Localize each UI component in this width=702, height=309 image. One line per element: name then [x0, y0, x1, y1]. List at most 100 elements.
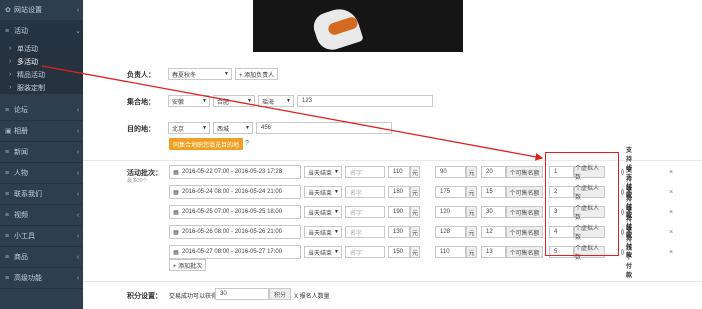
batch-price2-input[interactable]: 110: [435, 246, 466, 258]
sidebar-subitem-multi-activity[interactable]: › 多活动: [0, 55, 83, 68]
batch-date-range-input[interactable]: ▦ 2016-05-26 08:00 - 2016-05-26 21:00: [169, 225, 301, 239]
meeting-province-select[interactable]: 安徽 ▼: [168, 95, 210, 107]
calendar-icon: ▦: [173, 169, 179, 176]
batch-date-range-input[interactable]: ▦ 2016-05-27 08:00 - 2016-05-27 17:00: [169, 245, 301, 259]
sidebar-item-label: 新闻: [14, 149, 28, 156]
delete-batch-button[interactable]: ×: [669, 165, 673, 179]
batch-date-range-input[interactable]: ▦ 2016-05-24 08:00 - 2016-05-24 21:00: [169, 185, 301, 199]
batch-end-select[interactable]: 当天结束 ▼: [304, 246, 342, 258]
batch-date-range-value: 2016-05-25 07:00 - 2016-05-25 18:00: [182, 209, 283, 215]
destination-address-input[interactable]: 456: [256, 122, 392, 134]
help-icon[interactable]: ?: [245, 140, 249, 147]
sidebar-item-label: 论坛: [14, 107, 28, 114]
chevron-right-icon: ›: [9, 58, 12, 65]
sidebar-item-advanced[interactable]: ≡ 高级功能 ‹: [0, 268, 83, 289]
delete-batch-button[interactable]: ×: [669, 185, 673, 199]
sidebar-subitem-single-activity[interactable]: › 单活动: [0, 42, 83, 55]
batch-quota-input[interactable]: 15: [481, 186, 506, 198]
sidebar-item-label: 人物: [14, 170, 28, 177]
destination-district-select[interactable]: 西城 ▼: [213, 122, 253, 134]
list-icon: ≡: [5, 106, 10, 114]
caret-down-icon: ▼: [334, 249, 339, 255]
batch-price-input[interactable]: 150: [388, 246, 410, 258]
batch-quota-input[interactable]: 20: [481, 166, 506, 178]
sidebar-item-site-settings[interactable]: ✿ 网站设置 ‹: [0, 0, 83, 21]
list-icon: ≡: [5, 274, 10, 282]
batch-quota-input[interactable]: 13: [481, 246, 506, 258]
sidebar-subitem-custom-clothing[interactable]: › 服装定制: [0, 81, 83, 94]
list-icon: ≡: [5, 27, 10, 35]
sidebar-item-forum[interactable]: ≡ 论坛 ‹: [0, 100, 83, 121]
batch-quota-input[interactable]: 30: [481, 206, 506, 218]
calendar-icon: ▦: [173, 229, 179, 236]
batch-price-input[interactable]: 110: [388, 166, 410, 178]
calendar-icon: ▦: [173, 249, 179, 256]
batch-name-input[interactable]: 名字: [345, 226, 385, 238]
batch-price-input[interactable]: 180: [388, 186, 410, 198]
batch-end-select[interactable]: 当天结束 ▼: [304, 166, 342, 178]
calendar-icon: ▦: [173, 209, 179, 216]
sidebar-item-video[interactable]: ≡ 视频 ‹: [0, 205, 83, 226]
points-input[interactable]: 30: [215, 288, 269, 300]
sidebar-item-contact[interactable]: ≡ 联系我们 ‹: [0, 184, 83, 205]
yuan-addon: 元: [466, 226, 477, 238]
list-icon: ≡: [5, 253, 10, 261]
batch-price-input[interactable]: 190: [388, 206, 410, 218]
batch-end-select[interactable]: 当天结束 ▼: [304, 186, 342, 198]
batch-price-input[interactable]: 130: [388, 226, 410, 238]
batch-name-input[interactable]: 名字: [345, 246, 385, 258]
delete-batch-button[interactable]: ×: [669, 225, 673, 239]
sidebar-item-label: 相册: [14, 128, 28, 135]
batch-name-input[interactable]: 名字: [345, 186, 385, 198]
chevron-down-icon: ⌄: [75, 28, 81, 35]
batch-price2-input[interactable]: 128: [435, 226, 466, 238]
sellable-quota-addon: 个可售名额: [506, 206, 543, 218]
batch-name-input[interactable]: 名字: [345, 166, 385, 178]
delete-batch-button[interactable]: ×: [669, 245, 673, 259]
batch-price2-input[interactable]: 175: [435, 186, 466, 198]
add-manager-button[interactable]: + 添加负责人: [235, 68, 279, 80]
batch-end-value: 当天结束: [308, 250, 333, 257]
destination-province-select[interactable]: 北京 ▼: [168, 122, 210, 134]
fill-destination-button[interactable]: 同集合地职您填充目的地: [169, 138, 244, 150]
batch-date-range-input[interactable]: ▦ 2016-05-22 07:00 - 2016-05-23 17:28: [169, 165, 301, 179]
caret-down-icon: ▼: [202, 98, 207, 104]
batch-end-value: 当天结束: [308, 170, 333, 177]
batch-date-range-input[interactable]: ▦ 2016-05-25 07:00 - 2016-05-25 18:00: [169, 205, 301, 219]
meeting-city-select[interactable]: 合肥 ▼: [213, 95, 255, 107]
sidebar-item-news[interactable]: ≡ 新闻 ‹: [0, 142, 83, 163]
batch-end-select[interactable]: 当天结束 ▼: [304, 206, 342, 218]
batch-quota-input[interactable]: 12: [481, 226, 506, 238]
batch-name-input[interactable]: 名字: [345, 206, 385, 218]
checkbox-icon: [621, 169, 624, 175]
delete-batch-button[interactable]: ×: [669, 205, 673, 219]
caret-down-icon: ▼: [286, 98, 291, 104]
sidebar-item-goods[interactable]: ≡ 商品 ‹: [0, 247, 83, 268]
add-batch-button[interactable]: + 添加批次: [169, 259, 207, 271]
meeting-province-value: 安徽: [172, 99, 185, 106]
sidebar-item-tools[interactable]: ≡ 小工具 ‹: [0, 226, 83, 247]
destination-province-value: 北京: [172, 126, 185, 133]
chevron-right-icon: ›: [9, 45, 12, 52]
chevron-left-icon: ‹: [76, 232, 80, 240]
sidebar-item-label: 小工具: [14, 233, 35, 240]
sidebar-item-people[interactable]: ≡ 人物 ‹: [0, 163, 83, 184]
chevron-left-icon: ‹: [76, 148, 80, 156]
manager-label: 负责人：: [127, 72, 155, 79]
manager-select[interactable]: 春夏秋冬 ▼: [168, 68, 232, 80]
batch-price2-input[interactable]: 120: [435, 206, 466, 218]
sidebar-item-album[interactable]: ▣ 相册 ‹: [0, 121, 83, 142]
yuan-addon: 元: [466, 246, 477, 258]
sidebar-item-activity[interactable]: ≡ 活动 ⌄: [0, 21, 83, 42]
batch-end-select[interactable]: 当天结束 ▼: [304, 226, 342, 238]
batch-price2-input[interactable]: 90: [435, 166, 466, 178]
sidebar-subitem-featured-activity[interactable]: › 精品活动: [0, 68, 83, 81]
caret-down-icon: ▼: [224, 71, 229, 77]
meeting-address-input[interactable]: 123: [297, 95, 433, 107]
offline-payment-checkbox[interactable]: 支持线下付款: [621, 228, 635, 279]
yuan-addon: 元: [410, 206, 420, 218]
yuan-addon: 元: [466, 206, 477, 218]
sidebar-subitem-label: 单活动: [17, 45, 38, 53]
caret-down-icon: ▼: [334, 169, 339, 175]
meeting-district-select[interactable]: 瑶海 ▼: [258, 95, 294, 107]
